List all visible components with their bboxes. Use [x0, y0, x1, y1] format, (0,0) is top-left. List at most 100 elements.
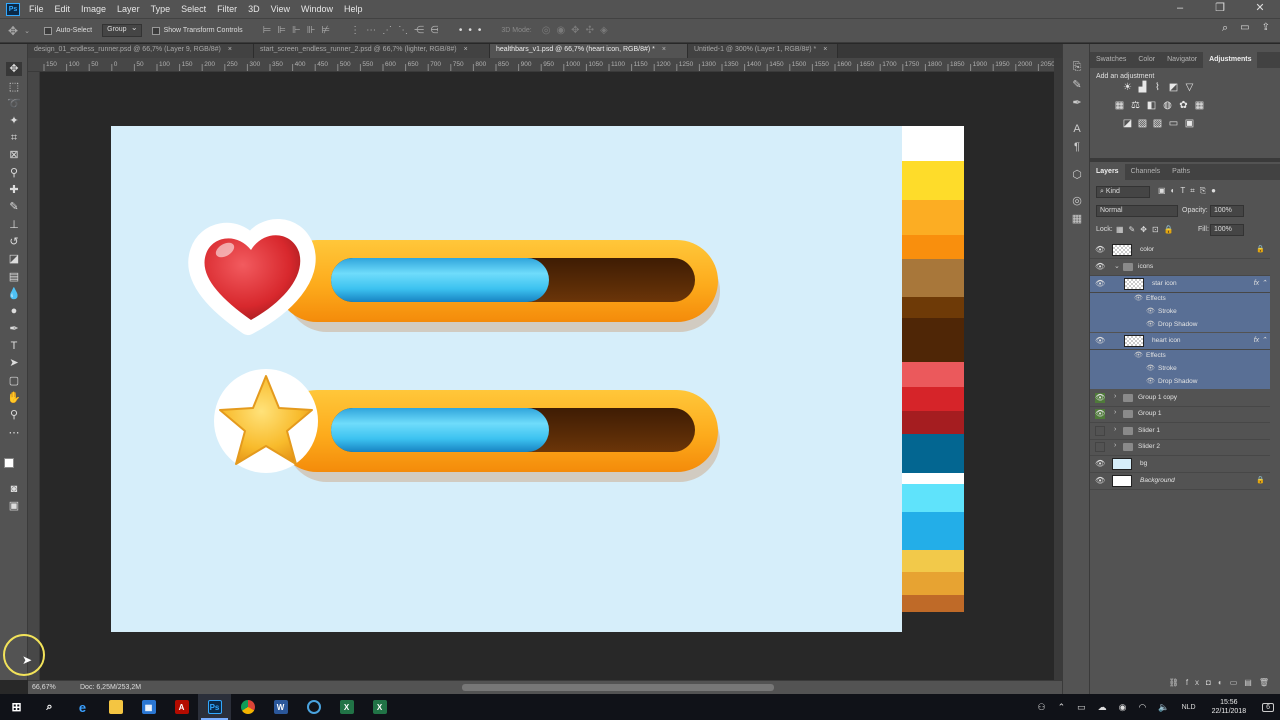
close-icon[interactable]: × — [464, 46, 468, 53]
layer-row[interactable]: 👁 ⌄ icons — [1090, 259, 1270, 276]
marquee-tool-icon[interactable]: ⬚ — [6, 80, 22, 94]
taskbar-word[interactable]: W — [264, 694, 297, 720]
tab-swatches[interactable]: Swatches — [1090, 52, 1132, 68]
layer-row[interactable]: 👁 color 🔒 — [1090, 242, 1270, 259]
people-icon[interactable]: ⚇ — [1037, 702, 1045, 713]
horizontal-scrollbar[interactable] — [462, 684, 774, 691]
taskbar-excel-1[interactable]: X — [330, 694, 363, 720]
visibility-eye-icon[interactable]: 👁 — [1095, 409, 1105, 419]
layer-row[interactable]: 👁 heart icon fx ⌃ — [1090, 333, 1270, 350]
visibility-eye-icon[interactable] — [1095, 442, 1105, 452]
expand-caret-icon[interactable]: › — [1114, 393, 1116, 400]
crop-tool-icon[interactable]: ⌗ — [6, 131, 22, 145]
layer-row[interactable]: 👁 Stroke — [1090, 363, 1270, 376]
share-icon[interactable]: ⇪ — [1262, 22, 1270, 35]
libraries-icon[interactable]: ▦ — [1070, 212, 1084, 226]
minimize-icon[interactable]: – — [1160, 0, 1200, 18]
paragraph-icon[interactable]: ¶ — [1070, 140, 1084, 154]
screen-mode-icon[interactable]: ▣ — [6, 499, 22, 513]
volume-icon[interactable]: 🔈 — [1158, 702, 1169, 713]
visibility-eye-icon[interactable]: 👁 — [1095, 279, 1105, 289]
fx-badge-icon[interactable]: fx ⌃ — [1254, 279, 1267, 287]
vibrance-icon[interactable]: ▽ — [1184, 83, 1195, 93]
type-tool-icon[interactable]: T — [6, 339, 22, 353]
threshold-icon[interactable]: ▨ — [1152, 119, 1163, 129]
effect-eye-icon[interactable]: 👁 — [1146, 377, 1155, 385]
magic-wand-tool-icon[interactable]: ✦ — [6, 114, 22, 128]
menu-file[interactable]: File — [29, 4, 44, 14]
history-icon[interactable]: ⎘ — [1070, 60, 1084, 74]
vertical-scrollbar[interactable] — [1054, 58, 1062, 680]
effect-eye-icon[interactable]: 👁 — [1134, 351, 1143, 359]
expand-caret-icon[interactable]: ⌄ — [1114, 262, 1120, 270]
app-tray-icon[interactable]: ◉ — [1119, 702, 1127, 713]
levels-icon[interactable]: ▟ — [1137, 83, 1148, 93]
exposure-icon[interactable]: ◩ — [1168, 83, 1179, 93]
taskbar-photoshop[interactable]: Ps — [198, 694, 231, 720]
layers-panel-footer-icons[interactable]: ⛓fx◘◐▭▤🗑 — [1090, 672, 1280, 694]
taskbar-acrobat[interactable]: A — [165, 694, 198, 720]
history-brush-tool-icon[interactable]: ↺ — [6, 235, 22, 249]
lock-icons[interactable]: ▦✎✥⊡🔒 — [1116, 225, 1179, 234]
visibility-eye-icon[interactable]: 👁 — [1095, 476, 1105, 486]
gradient-map-icon[interactable]: ▭ — [1168, 119, 1179, 129]
close-icon[interactable]: × — [228, 46, 232, 53]
menu-filter[interactable]: Filter — [217, 4, 237, 14]
document-canvas[interactable] — [111, 126, 902, 632]
effect-eye-icon[interactable]: 👁 — [1146, 320, 1155, 328]
clock[interactable]: 15:56 22/11/2018 — [1212, 698, 1247, 716]
opacity-input[interactable]: 100% — [1210, 205, 1244, 217]
invert-icon[interactable]: ◪ — [1122, 119, 1133, 129]
quick-mask-icon[interactable]: ◙ — [6, 482, 22, 496]
layer-filter-select[interactable]: ⌕ Kind — [1096, 186, 1150, 198]
pen-tool-icon[interactable]: ✒ — [6, 322, 22, 336]
menu-type[interactable]: Type — [151, 4, 171, 14]
channel-mixer-icon[interactable]: ✿ — [1178, 101, 1189, 111]
auto-select-target-select[interactable]: Group — [102, 23, 142, 37]
close-icon[interactable]: ✕ — [1240, 0, 1280, 18]
dodge-tool-icon[interactable]: ● — [6, 304, 22, 318]
eyedropper-tool-icon[interactable]: ⚲ — [6, 166, 22, 180]
search-button[interactable]: ⌕ — [33, 694, 66, 720]
eraser-tool-icon[interactable]: ◪ — [6, 252, 22, 266]
brushes-icon[interactable]: ✒ — [1070, 96, 1084, 110]
tab-adjustments[interactable]: Adjustments — [1203, 52, 1258, 68]
close-icon[interactable]: × — [823, 46, 827, 53]
align-icons[interactable]: ⊨⊫⊩⊪⊭ — [263, 25, 337, 36]
expand-caret-icon[interactable]: › — [1114, 442, 1116, 449]
effect-eye-icon[interactable]: 👁 — [1146, 307, 1155, 315]
layer-row[interactable]: 👁 Background 🔒 — [1090, 473, 1270, 490]
shape-tool-icon[interactable]: ▢ — [6, 374, 22, 388]
gradient-tool-icon[interactable]: ▤ — [6, 270, 22, 284]
color-balance-icon[interactable]: ⚖ — [1130, 101, 1141, 111]
visibility-eye-icon[interactable]: 👁 — [1095, 459, 1105, 469]
zoom-level[interactable]: 66,67% — [28, 684, 74, 691]
search-icon[interactable]: ⌕ — [1222, 22, 1228, 35]
taskbar-store[interactable]: ▦ — [132, 694, 165, 720]
frame-tool-icon[interactable]: ⊠ — [6, 148, 22, 162]
character-icon[interactable]: A — [1070, 122, 1084, 136]
visibility-eye-icon[interactable]: 👁 — [1095, 245, 1105, 255]
posterize-icon[interactable]: ▧ — [1137, 119, 1148, 129]
show-transform-checkbox[interactable] — [151, 26, 160, 35]
menu-help[interactable]: Help — [344, 4, 363, 14]
network-icon[interactable]: ▭ — [1077, 702, 1086, 713]
layer-row[interactable]: 👁 › Group 1 — [1090, 406, 1270, 423]
auto-select-checkbox[interactable] — [43, 26, 52, 35]
3d-icon[interactable]: ⬡ — [1070, 168, 1084, 182]
tab-color[interactable]: Color — [1132, 52, 1161, 68]
visibility-eye-icon[interactable]: 👁 — [1095, 393, 1105, 403]
doc-tab-design[interactable]: design_01_endless_runner.psd @ 66,7% (La… — [28, 44, 254, 58]
layer-filter-icons[interactable]: ▣◐T⌗⎘● — [1158, 186, 1221, 196]
hue-sat-icon[interactable]: ▦ — [1114, 101, 1125, 111]
tab-layers[interactable]: Layers — [1090, 164, 1125, 180]
more-tools-icon[interactable]: ⋯ — [6, 426, 22, 440]
doc-size[interactable]: Doc: 6,25M/253,2M — [74, 684, 174, 691]
close-icon[interactable]: × — [662, 46, 666, 53]
layer-row[interactable]: 👁 Effects — [1090, 350, 1270, 363]
foreground-color-swatch[interactable] — [4, 458, 14, 468]
language-indicator[interactable]: NLD — [1182, 704, 1196, 711]
fill-input[interactable]: 100% — [1210, 224, 1244, 236]
layer-row[interactable]: 👁 Effects — [1090, 293, 1270, 306]
visibility-eye-icon[interactable] — [1095, 426, 1105, 436]
